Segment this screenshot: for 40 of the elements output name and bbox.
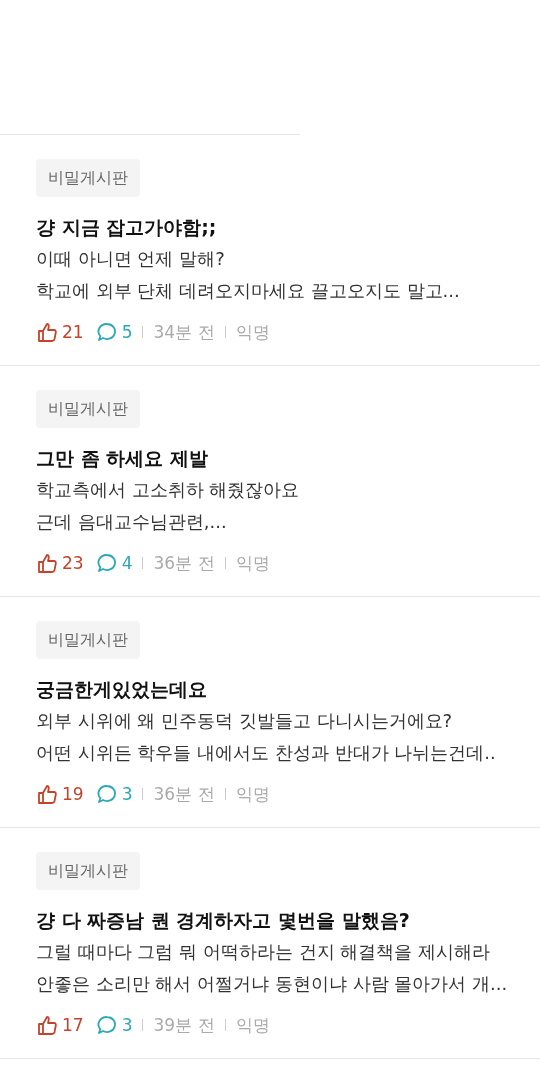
board-tag: 비밀게시판 — [36, 159, 140, 197]
like-count: 19 — [62, 784, 84, 804]
post-author: 익명 — [235, 1013, 270, 1037]
speech-bubble-icon — [95, 321, 118, 343]
like-count: 17 — [62, 1015, 84, 1035]
thumbs-up-icon — [36, 552, 58, 574]
post-preview-line: 그럴 때마다 그럼 뭐 어떡하라는 건지 해결책을 제시해라 — [36, 940, 492, 964]
speech-bubble-icon — [95, 552, 118, 574]
post-preview-line: 학교측에서 고소취하 해줬잖아요 — [36, 478, 301, 502]
like-count: 23 — [62, 553, 84, 573]
post-time: 39분 전 — [153, 1013, 215, 1037]
post-title: 걍 지금 잡고가야함;; — [36, 215, 218, 240]
post-preview-line: 어떤 시위든 학우들 내에서도 찬성과 반대가 나뉘는건데.. — [36, 741, 497, 765]
post-author: 익명 — [235, 320, 270, 344]
speech-bubble-icon — [95, 1014, 118, 1036]
post-author: 익명 — [235, 782, 270, 806]
board-tag: 비밀게시판 — [36, 852, 140, 890]
post-title: 걍 다 짜증남 퀀 경계하자고 몇번을 말했음? — [36, 908, 411, 933]
post-preview-line: 학교에 외부 단체 데려오지마세요 끌고오지도 말고... — [36, 279, 461, 303]
post-author: 익명 — [235, 551, 270, 575]
post-preview-line: 외부 시위에 왜 민주동덕 깃발들고 다니시는거에요? — [36, 709, 454, 733]
comment-count: 5 — [121, 322, 133, 342]
post-preview-line: 이때 아니면 언제 말해? — [36, 247, 226, 271]
board-tag: 비밀게시판 — [36, 390, 140, 428]
post-time: 36분 전 — [153, 782, 215, 806]
speech-bubble-icon — [95, 783, 118, 805]
comment-count: 4 — [121, 553, 133, 573]
board-tag: 비밀게시판 — [36, 621, 140, 659]
post-title: 그만 좀 하세요 제발 — [36, 446, 209, 471]
thumbs-up-icon — [36, 783, 58, 805]
post-title: 궁금한게있었는데요 — [36, 677, 208, 702]
post-preview-line: 안좋은 소리만 해서 어쩔거냐 동현이냐 사람 몰아가서 개... — [36, 972, 504, 996]
comment-count: 3 — [121, 784, 133, 804]
post-preview-line: 근데 음대교수님관련,... — [36, 510, 228, 534]
post-time: 36분 전 — [153, 551, 215, 575]
post-time: 34분 전 — [153, 320, 215, 344]
thumbs-up-icon — [36, 321, 58, 343]
comment-count: 3 — [121, 1015, 133, 1035]
like-count: 21 — [62, 322, 84, 342]
thumbs-up-icon — [36, 1014, 58, 1036]
